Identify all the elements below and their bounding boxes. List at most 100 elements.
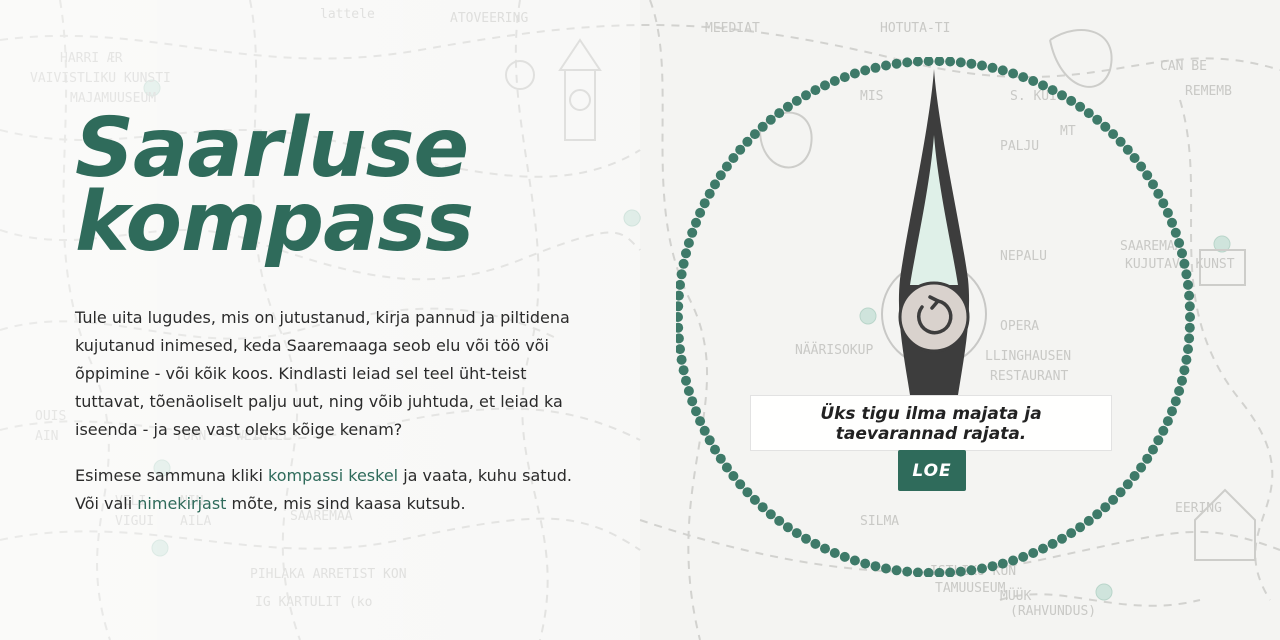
ring-dot <box>695 207 706 218</box>
ring-dot <box>810 538 821 549</box>
ring-dot <box>691 406 701 417</box>
ring-dot <box>676 354 687 365</box>
ring-dot <box>1181 354 1192 365</box>
ring-dot <box>923 567 934 578</box>
ring-dot <box>715 170 726 181</box>
ring-dot <box>902 57 913 68</box>
ring-dot <box>1083 515 1094 526</box>
ring-dot <box>683 238 694 248</box>
ring-dot <box>1153 188 1164 199</box>
ring-dot <box>839 72 850 83</box>
ring-dot <box>1100 121 1111 132</box>
instruction-text-end: mõte, mis sind kaasa kutsub. <box>226 494 466 513</box>
ring-dot <box>1028 76 1039 86</box>
ring-dot <box>1018 72 1029 83</box>
ring-dot <box>1174 238 1185 248</box>
ring-dot <box>765 509 776 520</box>
ring-dot <box>1184 322 1195 333</box>
ring-dot <box>1108 494 1119 505</box>
ring-dot <box>1028 548 1039 558</box>
ring-dot <box>782 101 793 112</box>
ring-dot <box>966 565 977 576</box>
list-link[interactable]: nimekirjast <box>137 494 226 513</box>
ring-dot <box>849 68 860 79</box>
read-button[interactable]: LOE <box>898 450 966 491</box>
ring-dot <box>902 566 913 577</box>
ring-dot <box>829 76 840 86</box>
ring-dot <box>1115 136 1126 147</box>
ring-dot <box>1066 95 1077 106</box>
ring-dot <box>1075 101 1086 112</box>
ring-dot <box>749 494 760 505</box>
svg-text:HOTUTA-TI: HOTUTA-TI <box>880 21 950 36</box>
ring-dot <box>1008 68 1019 79</box>
ring-dot <box>1142 453 1153 464</box>
ring-dot <box>945 567 956 578</box>
ring-dot <box>673 301 684 312</box>
ring-dot <box>1148 179 1158 190</box>
ring-dot <box>1092 114 1103 125</box>
ring-dot <box>891 58 902 69</box>
ring-dot <box>1185 312 1195 322</box>
compass <box>673 56 1196 578</box>
ring-dot <box>1167 406 1177 417</box>
ring-dot <box>977 60 987 71</box>
ring-dot <box>735 479 746 490</box>
ring-dot <box>820 543 830 554</box>
compass-quote: Üks tigu ilma majata ja taevarannad raja… <box>750 395 1112 451</box>
ring-dot <box>801 90 811 101</box>
ring-dot <box>1047 85 1058 96</box>
ring-dot <box>687 227 698 238</box>
ring-dot <box>1038 80 1048 91</box>
quote-line-1: Üks tigu ilma majata ja <box>820 404 1042 424</box>
ring-dot <box>782 522 793 533</box>
ring-dot <box>704 435 715 446</box>
ring-dot <box>728 153 739 163</box>
ring-dot <box>1167 217 1177 228</box>
ring-dot <box>1122 144 1133 155</box>
ring-dot <box>860 65 871 76</box>
ring-dot <box>1136 462 1147 473</box>
ring-dot <box>742 136 753 147</box>
ring-dot <box>912 56 923 67</box>
ring-dot <box>774 108 785 119</box>
instruction-text-start: Esimese sammuna kliki <box>75 466 269 485</box>
compass-center-link[interactable]: kompassi keskel <box>268 466 398 485</box>
ring-dot <box>870 62 881 73</box>
ring-dot <box>1179 365 1190 376</box>
svg-text:TAMUUSEUM: TAMUUSEUM <box>935 581 1006 596</box>
ring-dot <box>997 65 1008 76</box>
ring-dot <box>721 462 732 473</box>
ring-dot <box>699 198 710 209</box>
ring-dot <box>673 322 684 333</box>
ring-dot <box>829 548 840 558</box>
ring-dot <box>1158 425 1169 436</box>
instruction-paragraph: Esimese sammuna kliki kompassi keskel ja… <box>75 462 585 518</box>
ring-dot <box>1075 522 1086 533</box>
ring-dot <box>1153 435 1164 446</box>
ring-dot <box>673 333 684 344</box>
svg-text:MEEDIAT: MEEDIAT <box>705 21 760 36</box>
ring-dot <box>801 533 811 544</box>
page-title: Saarluse kompass <box>75 108 595 264</box>
compass-spin-button[interactable] <box>898 281 970 353</box>
ring-dot <box>681 248 691 259</box>
ring-dot <box>678 365 689 376</box>
ring-dot <box>1184 301 1195 312</box>
ring-dot <box>699 425 710 436</box>
ring-dot <box>1008 555 1019 566</box>
ring-dot <box>934 567 945 578</box>
ring-dot <box>1170 396 1181 407</box>
ring-dot <box>1179 258 1190 269</box>
ring-dot <box>749 129 760 140</box>
ring-dot <box>757 502 768 513</box>
ring-dot <box>691 217 701 228</box>
ring-dot <box>1066 528 1077 539</box>
ring-dot <box>765 114 776 125</box>
ring-dot <box>945 56 956 67</box>
ring-dot <box>791 95 802 106</box>
ring-dot <box>1184 290 1195 301</box>
ring-dot <box>987 561 998 572</box>
ring-dot <box>1092 509 1103 520</box>
ring-dot <box>728 471 739 481</box>
